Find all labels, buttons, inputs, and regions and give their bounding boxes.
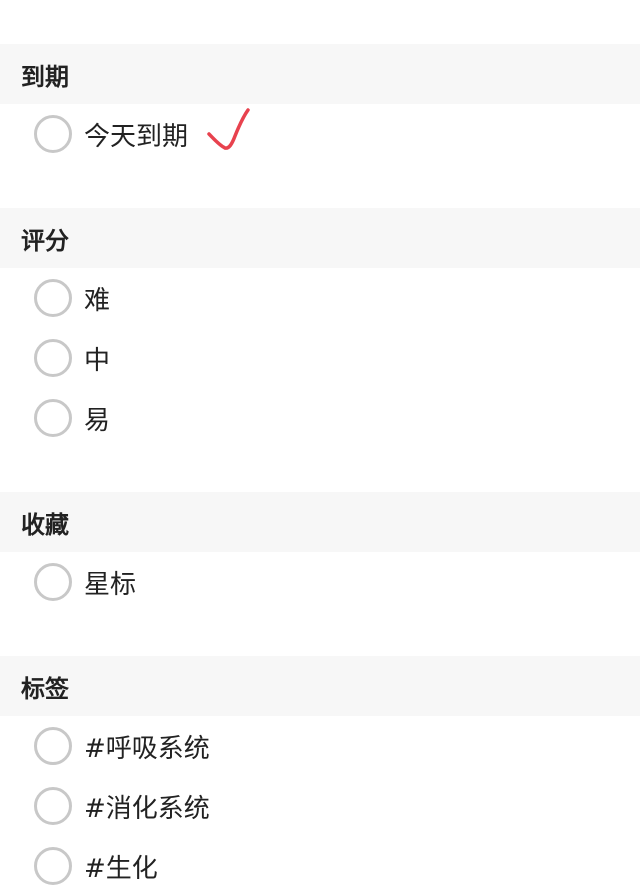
- radio-button[interactable]: [34, 847, 72, 885]
- section-header-due: 到期: [0, 44, 640, 104]
- option-label: #生化: [84, 853, 158, 884]
- option-label: 易: [84, 405, 111, 436]
- option-rating-hard[interactable]: 难: [34, 276, 110, 320]
- option-tag-digestive[interactable]: #消化系统: [34, 784, 210, 828]
- handwritten-check-icon: [207, 108, 250, 150]
- option-favorite-star[interactable]: 星标: [34, 560, 136, 604]
- radio-button[interactable]: [34, 115, 72, 153]
- radio-button[interactable]: [34, 727, 72, 765]
- option-label: #呼吸系统: [84, 733, 210, 764]
- radio-button[interactable]: [34, 399, 72, 437]
- filter-panel: 到期 今天到期 评分 难 中 易 收藏 星标 标签 #呼吸系统 #消化系统 #生…: [0, 0, 640, 886]
- option-label: 中: [84, 345, 111, 376]
- option-tag-respiratory[interactable]: #呼吸系统: [34, 724, 210, 768]
- option-due-today[interactable]: 今天到期: [34, 112, 188, 156]
- option-label: 今天到期: [84, 121, 189, 152]
- radio-button[interactable]: [34, 787, 72, 825]
- option-label: #消化系统: [84, 793, 210, 824]
- section-header-rating: 评分: [0, 208, 640, 268]
- option-rating-easy[interactable]: 易: [34, 396, 110, 440]
- section-header-favorites: 收藏: [0, 492, 640, 552]
- radio-button[interactable]: [34, 563, 72, 601]
- radio-button[interactable]: [34, 339, 72, 377]
- option-label: 星标: [84, 569, 137, 600]
- option-rating-medium[interactable]: 中: [34, 336, 110, 380]
- section-header-tags: 标签: [0, 656, 640, 716]
- radio-button[interactable]: [34, 279, 72, 317]
- option-tag-biochem[interactable]: #生化: [34, 844, 158, 886]
- option-label: 难: [84, 285, 111, 316]
